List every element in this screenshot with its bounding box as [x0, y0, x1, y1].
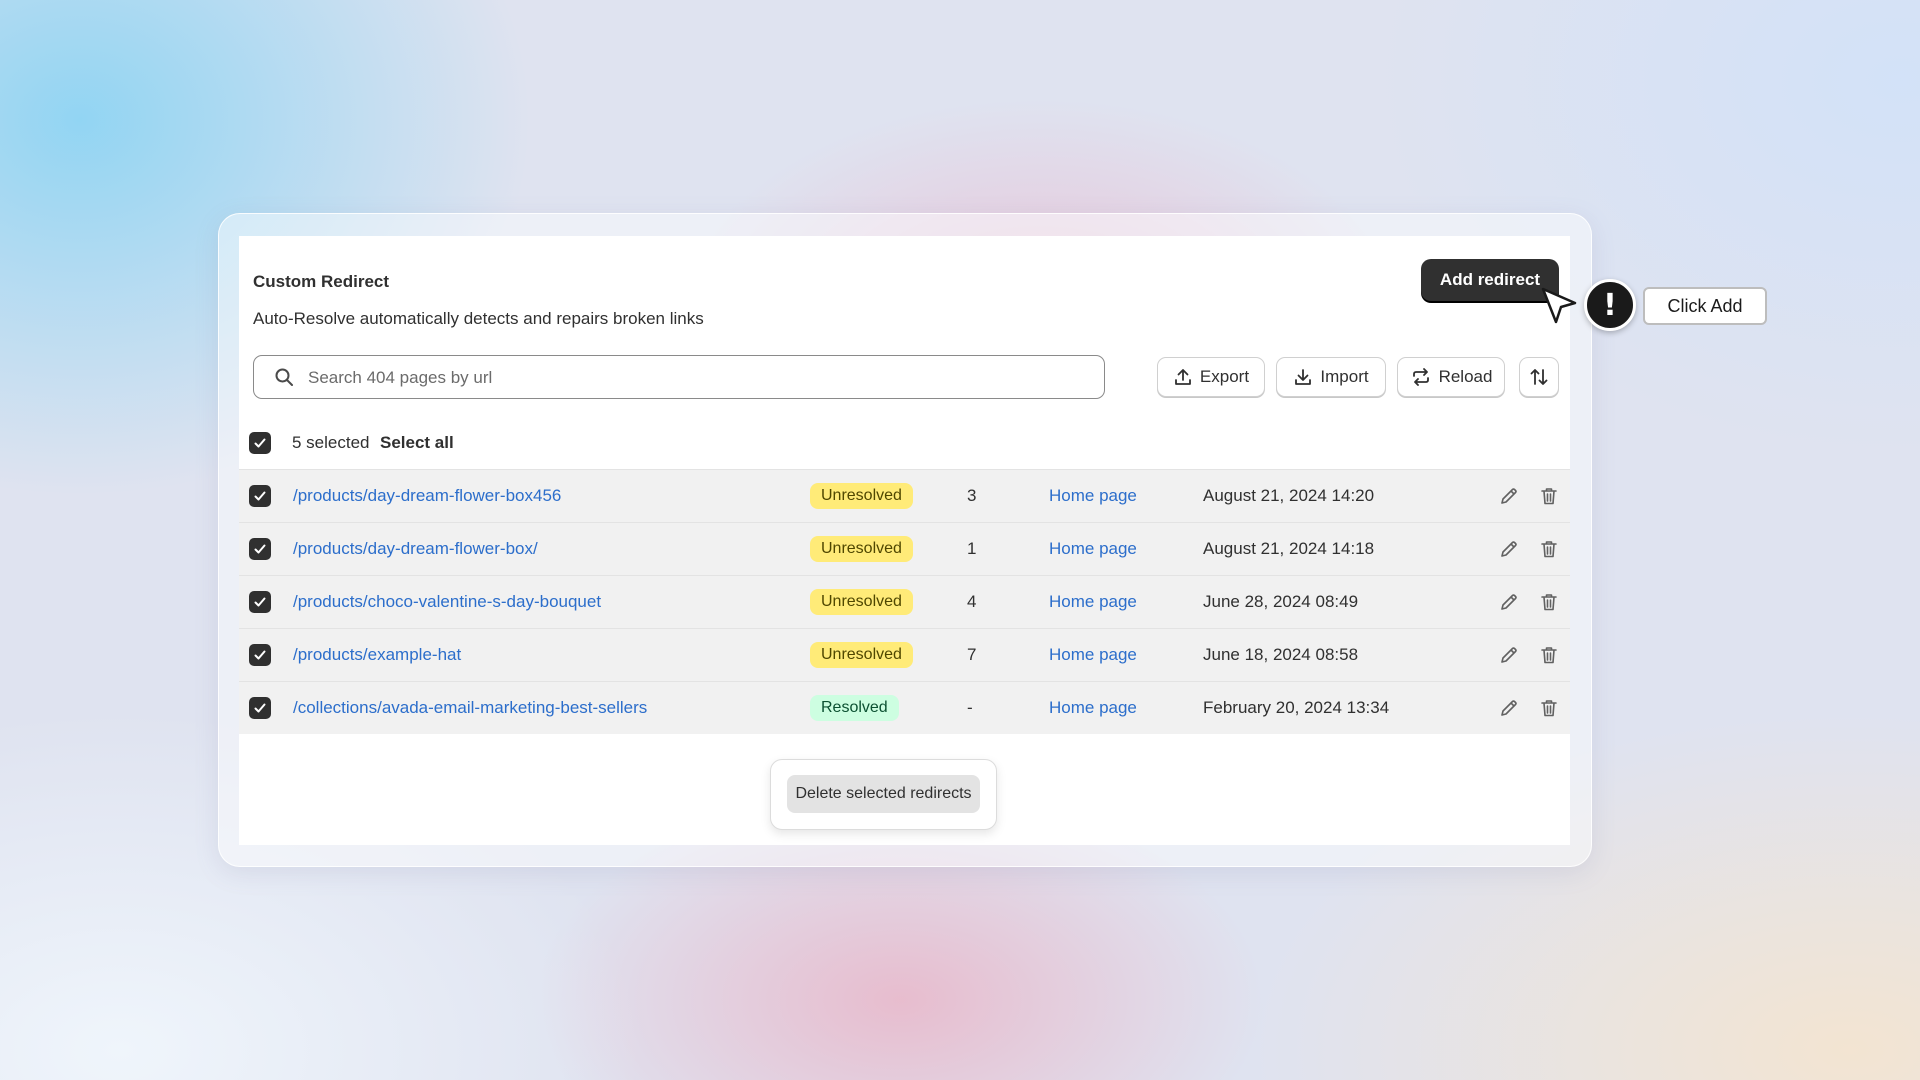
table-row[interactable]: /products/day-dream-flower-box/ Unresolv…: [239, 522, 1570, 575]
edit-icon[interactable]: [1499, 486, 1519, 506]
row-url-link[interactable]: /products/day-dream-flower-box456: [293, 486, 561, 506]
redirect-target-link[interactable]: Home page: [1049, 592, 1137, 612]
row-date: February 20, 2024 13:34: [1203, 698, 1390, 717]
selected-count: 5 selected: [292, 433, 370, 452]
row-date: June 18, 2024 08:58: [1203, 645, 1359, 664]
checkmark-icon: [254, 597, 266, 607]
import-button[interactable]: Import: [1276, 357, 1386, 397]
search-field[interactable]: [253, 355, 1105, 399]
table-row[interactable]: /products/day-dream-flower-box456 Unreso…: [239, 469, 1570, 522]
bulk-action-bar: Delete selected redirects: [770, 759, 997, 830]
redirect-target-link[interactable]: Home page: [1049, 645, 1137, 665]
status-badge: Unresolved: [810, 642, 913, 668]
table-row[interactable]: /collections/avada-email-marketing-best-…: [239, 681, 1570, 734]
upload-icon: [1175, 369, 1191, 385]
row-url-link[interactable]: /products/choco-valentine-s-day-bouquet: [293, 592, 601, 612]
pointer-cursor-icon: [1541, 287, 1577, 324]
status-badge: Unresolved: [810, 536, 913, 562]
row-checkbox[interactable]: [249, 644, 271, 666]
sort-button[interactable]: [1519, 357, 1559, 397]
trash-icon[interactable]: [1539, 539, 1559, 559]
edit-icon[interactable]: [1499, 698, 1519, 718]
select-all-checkbox[interactable]: [249, 432, 271, 454]
trash-icon[interactable]: [1539, 486, 1559, 506]
search-input[interactable]: [306, 364, 1090, 392]
select-all-link[interactable]: Select all: [380, 433, 454, 453]
sort-arrows-icon: [1530, 369, 1548, 385]
redirect-card: Custom Redirect Auto-Resolve automatical…: [239, 236, 1570, 845]
redirect-target-link[interactable]: Home page: [1049, 539, 1137, 559]
hit-count: 4: [967, 592, 977, 611]
checkmark-icon: [254, 491, 266, 501]
row-date: August 21, 2024 14:18: [1203, 539, 1375, 558]
add-redirect-button[interactable]: Add redirect: [1421, 259, 1559, 301]
reload-label: Reload: [1438, 367, 1493, 386]
refresh-icon: [1412, 368, 1429, 386]
import-label: Import: [1320, 367, 1369, 386]
trash-icon[interactable]: [1539, 698, 1559, 718]
download-icon: [1295, 369, 1312, 385]
status-badge: Unresolved: [810, 589, 913, 615]
checkmark-icon: [254, 438, 266, 448]
selection-bar: 5 selected Select all: [239, 423, 1570, 463]
export-label: Export: [1199, 367, 1250, 386]
table-row[interactable]: /products/choco-valentine-s-day-bouquet …: [239, 575, 1570, 628]
row-url-link[interactable]: /products/day-dream-flower-box/: [293, 539, 538, 559]
page-subtitle: Auto-Resolve automatically detects and r…: [253, 309, 704, 328]
row-checkbox[interactable]: [249, 485, 271, 507]
table-row[interactable]: /products/example-hat Unresolved 7 Home …: [239, 628, 1570, 681]
hit-count: -: [967, 698, 973, 717]
edit-icon[interactable]: [1499, 645, 1519, 665]
search-icon: [275, 368, 293, 386]
row-date: August 21, 2024 14:20: [1203, 486, 1375, 505]
checkmark-icon: [254, 544, 266, 554]
edit-icon[interactable]: [1499, 539, 1519, 559]
hit-count: 7: [967, 645, 977, 664]
reload-button[interactable]: Reload: [1397, 357, 1505, 397]
row-checkbox[interactable]: [249, 697, 271, 719]
alert-icon: !: [1584, 279, 1636, 331]
delete-selected-button[interactable]: Delete selected redirects: [787, 775, 980, 813]
row-checkbox[interactable]: [249, 591, 271, 613]
status-badge: Resolved: [810, 695, 899, 721]
row-date: June 28, 2024 08:49: [1203, 592, 1359, 611]
redirect-target-link[interactable]: Home page: [1049, 486, 1137, 506]
row-checkbox[interactable]: [249, 538, 271, 560]
trash-icon[interactable]: [1539, 592, 1559, 612]
hit-count: 1: [967, 539, 977, 558]
edit-icon[interactable]: [1499, 592, 1519, 612]
checkmark-icon: [254, 650, 266, 660]
status-badge: Unresolved: [810, 483, 913, 509]
hint-tooltip: Click Add: [1643, 287, 1767, 325]
trash-icon[interactable]: [1539, 645, 1559, 665]
checkmark-icon: [254, 703, 266, 713]
row-url-link[interactable]: /products/example-hat: [293, 645, 461, 665]
export-button[interactable]: Export: [1157, 357, 1265, 397]
redirect-target-link[interactable]: Home page: [1049, 698, 1137, 718]
row-url-link[interactable]: /collections/avada-email-marketing-best-…: [293, 698, 647, 718]
hit-count: 3: [967, 486, 977, 505]
page-title: Custom Redirect: [253, 272, 390, 291]
